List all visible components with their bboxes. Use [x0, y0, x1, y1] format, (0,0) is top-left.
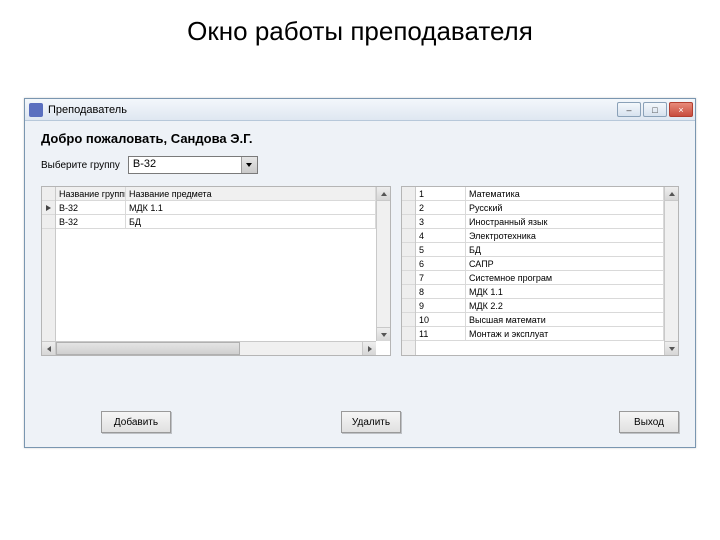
- table-cell: Высшая математи: [466, 313, 664, 326]
- left-vertical-scrollbar[interactable]: [376, 187, 390, 341]
- table-row[interactable]: 5БД: [416, 243, 664, 257]
- table-cell: 3: [416, 215, 466, 228]
- left-horizontal-scrollbar[interactable]: [42, 341, 376, 355]
- close-button[interactable]: ×: [669, 102, 693, 117]
- table-row[interactable]: 6САПР: [416, 257, 664, 271]
- app-window: Преподаватель – □ × Добро пожаловать, Са…: [24, 98, 696, 448]
- left-grid[interactable]: Название группы Название предмета В-32 М…: [41, 186, 391, 356]
- table-cell: 5: [416, 243, 466, 256]
- table-cell: 8: [416, 285, 466, 298]
- table-cell: МДК 1.1: [126, 201, 376, 214]
- scroll-up-button[interactable]: [377, 187, 390, 201]
- table-row[interactable]: 3Иностранный язык: [416, 215, 664, 229]
- slide-title: Окно работы преподавателя: [0, 0, 720, 61]
- table-cell: 4: [416, 229, 466, 242]
- right-grid[interactable]: 1Математика2Русский3Иностранный язык4Эле…: [401, 186, 679, 356]
- welcome-text: Добро пожаловать, Сандова Э.Г.: [41, 131, 679, 146]
- left-col-subject: Название предмета: [126, 187, 376, 200]
- minimize-button[interactable]: –: [617, 102, 641, 117]
- table-row[interactable]: 9МДК 2.2: [416, 299, 664, 313]
- table-row[interactable]: В-32 МДК 1.1: [56, 201, 376, 215]
- maximize-button[interactable]: □: [643, 102, 667, 117]
- table-cell: Монтаж и эксплуат: [466, 327, 664, 340]
- table-cell: БД: [466, 243, 664, 256]
- left-grid-body: Название группы Название предмета В-32 М…: [56, 187, 376, 341]
- table-row[interactable]: 1Математика: [416, 187, 664, 201]
- buttons-row: Добавить Удалить Выход: [41, 411, 679, 433]
- left-grid-header: Название группы Название предмета: [56, 187, 376, 201]
- scroll-down-button[interactable]: [377, 327, 390, 341]
- scroll-thumb[interactable]: [56, 342, 240, 355]
- grids-row: Название группы Название предмета В-32 М…: [41, 186, 679, 356]
- table-cell: Русский: [466, 201, 664, 214]
- table-cell: Иностранный язык: [466, 215, 664, 228]
- left-col-group: Название группы: [56, 187, 126, 200]
- table-row[interactable]: 8МДК 1.1: [416, 285, 664, 299]
- titlebar: Преподаватель – □ ×: [25, 99, 695, 121]
- table-row[interactable]: 10Высшая математи: [416, 313, 664, 327]
- combobox-arrow-button[interactable]: [241, 157, 257, 173]
- table-cell: 7: [416, 271, 466, 284]
- table-cell: 11: [416, 327, 466, 340]
- table-cell: Математика: [466, 187, 664, 200]
- table-row[interactable]: В-32 БД: [56, 215, 376, 229]
- scroll-right-button[interactable]: [362, 342, 376, 355]
- chevron-down-icon: [246, 163, 252, 167]
- delete-button[interactable]: Удалить: [341, 411, 401, 433]
- table-cell: В-32: [56, 215, 126, 228]
- right-grid-body: 1Математика2Русский3Иностранный язык4Эле…: [416, 187, 664, 355]
- table-cell: САПР: [466, 257, 664, 270]
- table-cell: 1: [416, 187, 466, 200]
- add-button[interactable]: Добавить: [101, 411, 171, 433]
- table-cell: 10: [416, 313, 466, 326]
- window-title: Преподаватель: [48, 104, 617, 116]
- table-cell: МДК 2.2: [466, 299, 664, 312]
- table-cell: В-32: [56, 201, 126, 214]
- exit-button[interactable]: Выход: [619, 411, 679, 433]
- right-vertical-scrollbar[interactable]: [664, 187, 678, 355]
- group-combobox[interactable]: В-32: [128, 156, 258, 174]
- table-row[interactable]: 7Системное програм: [416, 271, 664, 285]
- app-icon: [29, 103, 43, 117]
- table-cell: Электротехника: [466, 229, 664, 242]
- scroll-left-button[interactable]: [42, 342, 56, 355]
- group-combobox-value: В-32: [129, 157, 241, 173]
- table-cell: 6: [416, 257, 466, 270]
- scroll-track[interactable]: [665, 201, 678, 341]
- right-grid-gutter: [402, 187, 416, 355]
- table-row[interactable]: 11Монтаж и эксплуат: [416, 327, 664, 341]
- group-picker-row: Выберите группу В-32: [41, 156, 679, 174]
- scroll-track[interactable]: [377, 201, 390, 327]
- table-cell: 9: [416, 299, 466, 312]
- table-row[interactable]: 4Электротехника: [416, 229, 664, 243]
- scroll-up-button[interactable]: [665, 187, 678, 201]
- table-cell: МДК 1.1: [466, 285, 664, 298]
- row-pointer-icon: [42, 201, 55, 215]
- table-cell: БД: [126, 215, 376, 228]
- group-picker-label: Выберите группу: [41, 160, 120, 171]
- table-row[interactable]: 2Русский: [416, 201, 664, 215]
- left-grid-gutter: [42, 187, 56, 341]
- client-area: Добро пожаловать, Сандова Э.Г. Выберите …: [25, 121, 695, 447]
- table-cell: 2: [416, 201, 466, 214]
- scroll-track[interactable]: [56, 342, 362, 355]
- table-cell: Системное програм: [466, 271, 664, 284]
- scroll-down-button[interactable]: [665, 341, 678, 355]
